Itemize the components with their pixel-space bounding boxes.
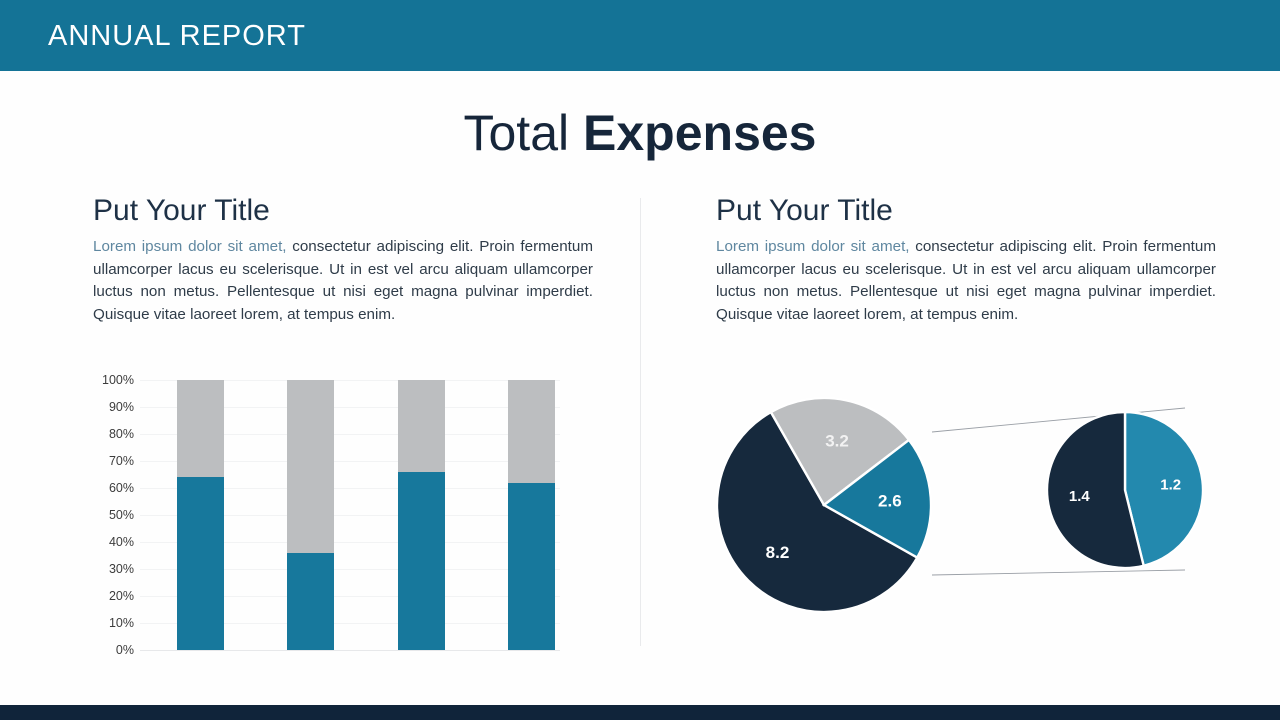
right-column-body: Lorem ipsum dolor sit amet, consectetur …	[716, 236, 1216, 326]
right-column: Put Your Title Lorem ipsum dolor sit ame…	[716, 192, 1216, 326]
left-column-lead: Lorem ipsum dolor sit amet,	[93, 238, 287, 255]
bar-chart-bar	[287, 380, 334, 650]
bar-segment-lower	[177, 477, 224, 650]
detail-pie-slice-label: 1.2	[1160, 477, 1181, 494]
left-column-title: Put Your Title	[93, 194, 270, 227]
bar-chart-gridline	[140, 650, 560, 651]
bar-chart-plot-area	[140, 380, 560, 651]
stacked-bar-chart: 0% 10% 20% 30% 40% 50% 60% 70% 80% 90% 100%	[93, 372, 573, 660]
bar-chart-y-tick-label: 100%	[102, 373, 134, 387]
detail-pie-slice-label: 1.4	[1069, 488, 1091, 505]
bar-chart-y-tick-label: 30%	[108, 562, 134, 576]
bar-chart-y-tick-label: 0%	[115, 643, 134, 657]
bar-chart-y-tick-label: 40%	[108, 535, 134, 549]
bar-chart-y-tick-label: 50%	[108, 508, 134, 522]
bar-segment-upper	[177, 380, 224, 478]
main-pie: 8.2 3.2 2.6	[715, 396, 933, 614]
footer-bar	[0, 705, 1280, 720]
pie-chart-group: 8.2 3.2 2.6 1.2 1.4	[700, 385, 1225, 640]
main-pie-slice-label: 8.2	[766, 543, 790, 562]
bar-segment-lower	[508, 482, 555, 650]
bar-chart-y-tick-label: 10%	[108, 616, 134, 630]
bar-chart-y-tick-label: 20%	[108, 589, 134, 603]
page-title-bold: Expenses	[583, 105, 817, 161]
bar-chart-y-tick-label: 80%	[108, 427, 134, 441]
bar-chart-y-tick-label: 70%	[108, 454, 134, 468]
bar-segment-upper	[508, 380, 555, 483]
bar-segment-lower	[287, 552, 334, 650]
left-column: Put Your Title Lorem ipsum dolor sit ame…	[93, 192, 593, 326]
main-pie-slice-label: 3.2	[825, 431, 849, 450]
pie-leader-line	[931, 569, 1186, 576]
right-column-lead: Lorem ipsum dolor sit amet,	[716, 238, 910, 255]
bar-segment-upper	[398, 380, 445, 472]
bar-segment-upper	[287, 380, 334, 553]
page-title-light: Total	[463, 105, 584, 161]
page-title: Total Expenses	[0, 103, 1280, 163]
bar-chart-bar	[398, 380, 445, 650]
column-divider	[640, 198, 641, 646]
bar-chart-y-tick-label: 60%	[108, 481, 134, 495]
pie-chart-svg: 8.2 3.2 2.6 1.2 1.4	[715, 396, 1205, 614]
bar-chart-bar	[508, 380, 555, 650]
detail-pie: 1.2 1.4	[1045, 410, 1205, 570]
bar-chart-bar	[177, 380, 224, 650]
right-column-title: Put Your Title	[716, 194, 893, 227]
main-pie-slice-label: 2.6	[878, 491, 902, 510]
bar-chart-y-tick-label: 90%	[108, 400, 134, 414]
slide: ANNUAL REPORT Total Expenses Put Your Ti…	[0, 0, 1280, 720]
left-column-body: Lorem ipsum dolor sit amet, consectetur …	[93, 236, 593, 326]
bar-segment-lower	[398, 471, 445, 650]
header-title: ANNUAL REPORT	[48, 20, 306, 52]
